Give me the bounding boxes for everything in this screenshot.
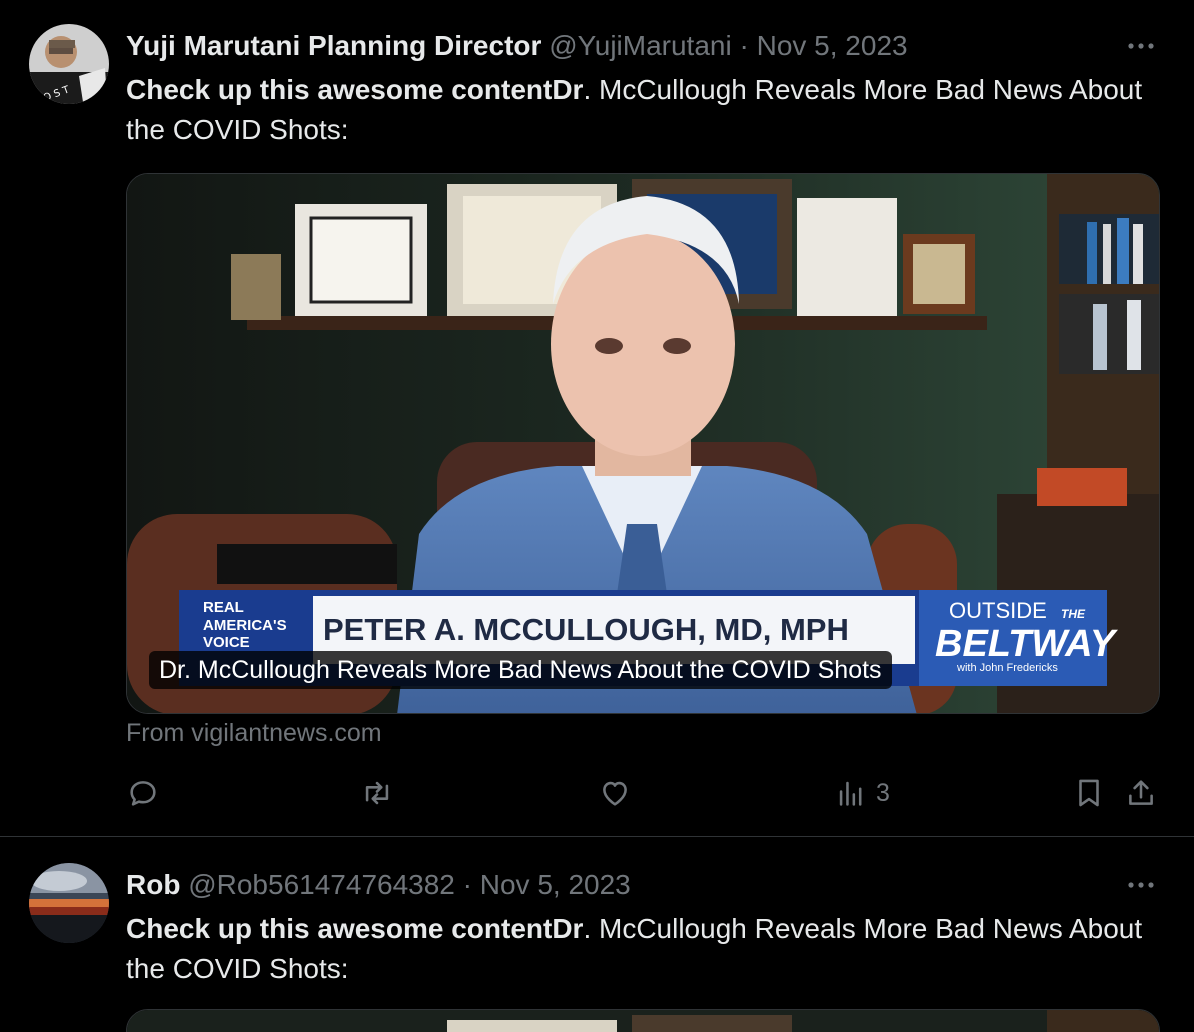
display-name[interactable]: Rob xyxy=(126,869,180,900)
card-source[interactable]: From vigilantnews.com xyxy=(126,716,382,750)
tweet-actions: 3 xyxy=(126,770,1166,820)
lower-third-name: PETER A. MCCULLOUGH, MD, MPH xyxy=(323,612,849,647)
show-title-line1: OUTSIDE xyxy=(949,598,1047,623)
bookmark-button[interactable] xyxy=(1072,776,1106,810)
retweet-icon xyxy=(365,781,389,805)
retweet-button[interactable] xyxy=(360,776,394,810)
tweet-text: Check up this awesome contentDr. McCullo… xyxy=(126,909,1166,989)
link-card[interactable]: REAL AMERICA'S VOICE PETER A. MCCULLOUGH… xyxy=(126,173,1160,714)
show-title-the: THE xyxy=(1061,607,1086,621)
card-title[interactable]: Dr. McCullough Reveals More Bad News Abo… xyxy=(149,651,892,689)
user-handle[interactable]: @Rob561474764382 xyxy=(188,869,455,900)
tweet-header: Yuji Marutani Planning Director @YujiMar… xyxy=(126,28,1164,64)
reply-button[interactable] xyxy=(126,776,160,810)
tweet-text-bold: Check up this awesome contentDr xyxy=(126,74,584,105)
tweet-date[interactable]: Nov 5, 2023 xyxy=(480,869,631,900)
views-count: 3 xyxy=(876,778,890,807)
timeline-feed: O S T Yuji Marutani Planning Director @Y… xyxy=(0,0,1194,1032)
network-logo-line1: REAL xyxy=(203,599,244,616)
network-logo-line2: AMERICA'S xyxy=(203,617,287,634)
link-card[interactable] xyxy=(126,1009,1160,1032)
share-icon xyxy=(1129,780,1153,805)
tweet-text: Check up this awesome contentDr. McCullo… xyxy=(126,70,1166,150)
avatar[interactable]: O S T xyxy=(29,24,109,104)
network-logo-line3: VOICE xyxy=(203,634,250,651)
show-title-line2: BELTWAY xyxy=(935,623,1119,665)
user-handle[interactable]: @YujiMarutani xyxy=(549,30,732,61)
tweet-text-bold: Check up this awesome contentDr xyxy=(126,913,584,944)
tweet-date[interactable]: Nov 5, 2023 xyxy=(757,30,908,61)
video-thumbnail xyxy=(127,1010,1159,1032)
views-icon xyxy=(839,781,862,806)
tweet[interactable]: O S T Yuji Marutani Planning Director @Y… xyxy=(0,0,1194,837)
like-button[interactable] xyxy=(598,776,632,810)
video-thumbnail: REAL AMERICA'S VOICE PETER A. MCCULLOUGH… xyxy=(127,174,1159,713)
avatar[interactable] xyxy=(29,863,109,943)
reply-icon xyxy=(130,781,156,806)
more-options-icon[interactable] xyxy=(1126,873,1156,897)
display-name[interactable]: Yuji Marutani Planning Director xyxy=(126,30,541,61)
more-options-icon[interactable] xyxy=(1126,34,1156,58)
separator: · xyxy=(462,869,472,900)
like-icon xyxy=(603,781,627,806)
tweet[interactable]: Rob @Rob561474764382 · Nov 5, 2023 Check… xyxy=(0,837,1194,1032)
show-host: with John Fredericks xyxy=(956,662,1058,674)
views-button[interactable]: 3 xyxy=(834,776,890,810)
bookmark-icon xyxy=(1079,779,1099,807)
separator: · xyxy=(739,30,749,61)
share-button[interactable] xyxy=(1124,776,1158,810)
tweet-header: Rob @Rob561474764382 · Nov 5, 2023 xyxy=(126,867,1164,903)
